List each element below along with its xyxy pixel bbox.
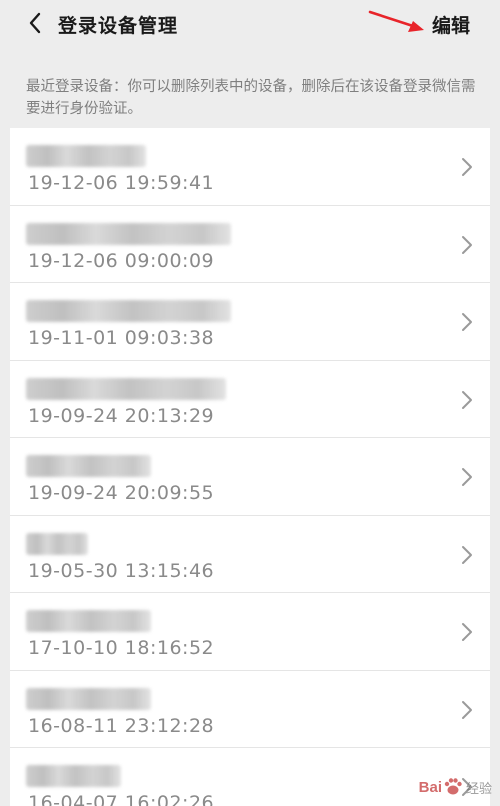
page-title: 登录设备管理 — [58, 15, 179, 37]
red-arrow-icon — [368, 10, 424, 32]
device-row[interactable]: 19-09-24 20:13:29 — [10, 361, 490, 438]
login-time: 16-08-11 23:12:28 — [28, 714, 215, 737]
login-time: 17-10-10 18:16:52 — [28, 637, 215, 659]
baidu-watermark: Bai 经验 — [417, 776, 492, 798]
device-list: 19-12-06 19:59:41 19-12-06 09:00:09 19-1… — [10, 128, 490, 806]
device-row[interactable]: 19-12-06 09:00:09 — [10, 206, 490, 283]
device-name-redacted — [26, 687, 151, 710]
top-bar: 登录设备管理 编辑 — [0, 0, 500, 48]
paw-icon — [444, 778, 462, 795]
chevron-right-icon — [462, 235, 472, 254]
login-time: 19-12-06 09:00:09 — [28, 249, 215, 272]
login-time: 19-09-24 20:09:55 — [28, 482, 215, 504]
login-time: 19-12-06 19:59:41 — [28, 172, 215, 194]
device-row[interactable]: 16-08-11 23:12:28 — [10, 671, 490, 748]
chevron-right-icon — [462, 700, 472, 719]
watermark-brand: Bai — [418, 778, 442, 796]
device-name-redacted — [26, 455, 151, 477]
hint-text: 最近登录设备：你可以删除列表中的设备，删除后在该设备登录微信需要进行身份验证。 — [26, 79, 476, 117]
device-name-redacted — [26, 610, 151, 632]
login-time: 19-05-30 13:15:46 — [28, 559, 215, 582]
device-name-redacted — [26, 532, 88, 555]
device-row[interactable]: 19-11-01 09:03:38 — [10, 283, 490, 361]
device-row[interactable]: 19-12-06 19:59:41 — [10, 128, 490, 206]
back-button[interactable] — [22, 10, 48, 36]
device-name-redacted — [26, 222, 231, 245]
login-time: 19-11-01 09:03:38 — [28, 327, 215, 349]
chevron-right-icon — [462, 158, 472, 176]
login-time: 19-09-24 20:13:29 — [28, 404, 215, 427]
watermark-suffix: 经验 — [465, 781, 492, 797]
device-row[interactable]: 19-05-30 13:15:46 — [10, 516, 490, 593]
device-row[interactable]: 17-10-10 18:16:52 — [10, 593, 490, 671]
chevron-right-icon — [462, 390, 472, 409]
device-name-redacted — [26, 765, 121, 787]
device-name-redacted — [26, 145, 146, 167]
chevron-right-icon — [462, 468, 472, 486]
device-name-redacted — [26, 377, 226, 400]
edit-button[interactable]: 编辑 — [432, 11, 470, 38]
chevron-right-icon — [462, 623, 472, 641]
device-row[interactable]: 19-09-24 20:09:55 — [10, 438, 490, 516]
chevron-right-icon — [462, 545, 472, 564]
login-time: 16-04-07 16:02:26 — [28, 792, 215, 806]
device-name-redacted — [26, 300, 231, 322]
chevron-left-icon — [29, 12, 41, 34]
chevron-right-icon — [462, 313, 472, 331]
